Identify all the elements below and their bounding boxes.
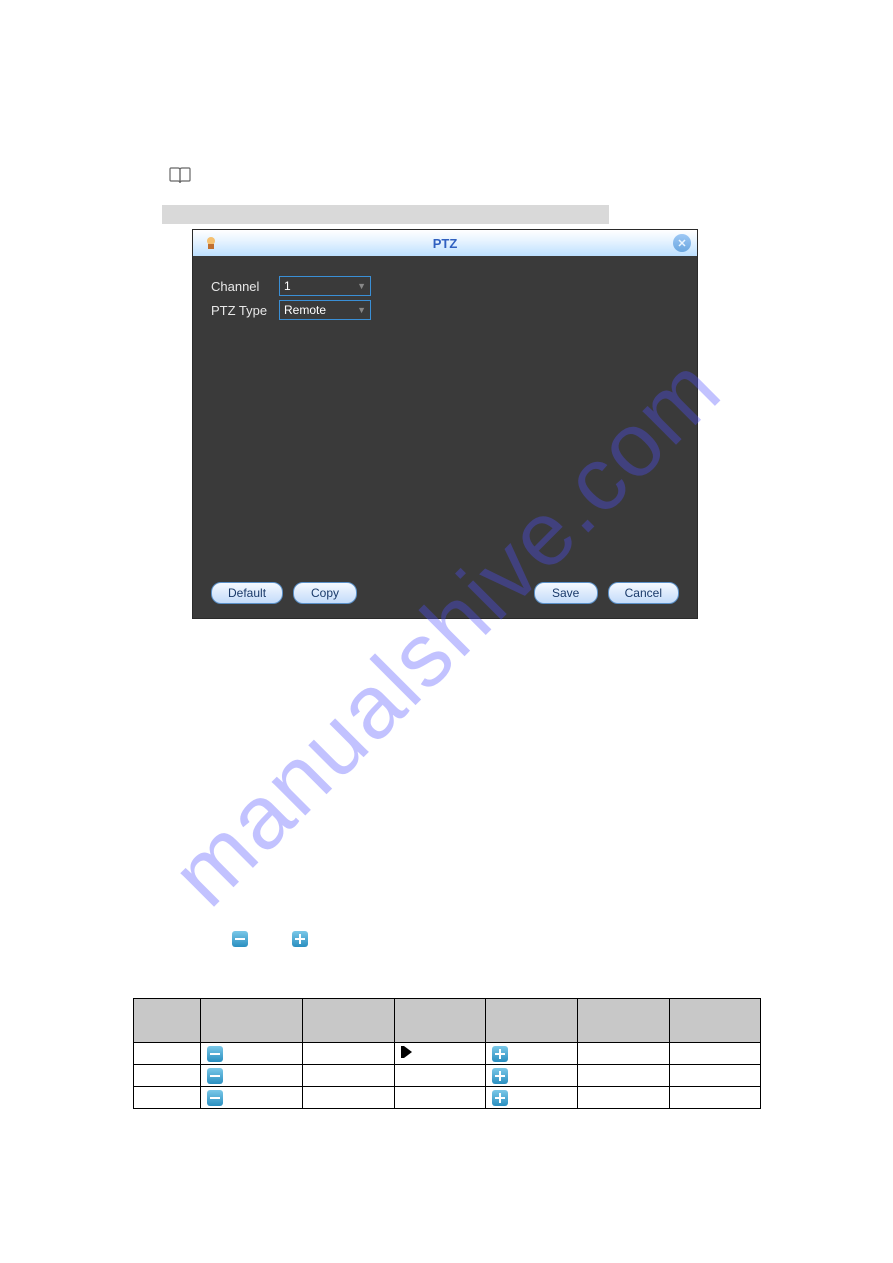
table-cell <box>200 1043 302 1065</box>
play-icon <box>401 1045 415 1059</box>
table-cell <box>486 1087 578 1109</box>
ptztype-label: PTZ Type <box>211 303 279 318</box>
cancel-button[interactable]: Cancel <box>608 582 679 604</box>
chevron-down-icon: ▼ <box>357 281 366 291</box>
plus-icon <box>492 1046 508 1062</box>
table-header <box>134 999 201 1043</box>
table-cell <box>486 1043 578 1065</box>
dialog-app-icon <box>201 233 221 253</box>
minus-icon <box>207 1068 223 1084</box>
table-cell <box>134 1043 201 1065</box>
ptz-dialog: PTZ Channel 1 ▼ PTZ Type Remote ▼ Defaul… <box>192 229 698 619</box>
table-cell <box>394 1087 486 1109</box>
table-header <box>394 999 486 1043</box>
dialog-button-row: Default Copy Save Cancel <box>193 582 697 604</box>
table-cell <box>394 1065 486 1087</box>
table-cell <box>302 1065 394 1087</box>
table-cell <box>670 1043 761 1065</box>
ptztype-select[interactable]: Remote ▼ <box>279 300 371 320</box>
channel-value: 1 <box>284 279 291 293</box>
table-cell <box>670 1087 761 1109</box>
table-header <box>302 999 394 1043</box>
icon-reference-table <box>133 998 761 1109</box>
table-cell <box>200 1087 302 1109</box>
table-header-row <box>134 999 761 1043</box>
table-header <box>486 999 578 1043</box>
table-cell <box>134 1065 201 1087</box>
table-row <box>134 1087 761 1109</box>
default-button[interactable]: Default <box>211 582 283 604</box>
table-row <box>134 1043 761 1065</box>
table-cell <box>302 1087 394 1109</box>
table-cell <box>394 1043 486 1065</box>
copy-button[interactable]: Copy <box>293 582 357 604</box>
book-icon <box>168 166 192 191</box>
gray-bar <box>162 205 609 224</box>
table-cell <box>486 1065 578 1087</box>
table-cell <box>578 1065 670 1087</box>
close-icon[interactable] <box>673 234 691 252</box>
chevron-down-icon: ▼ <box>357 305 366 315</box>
plus-icon <box>492 1090 508 1106</box>
dialog-titlebar: PTZ <box>193 230 697 256</box>
inline-icon-row <box>232 931 308 947</box>
table-cell <box>302 1043 394 1065</box>
plus-icon <box>492 1068 508 1084</box>
dialog-title: PTZ <box>433 236 458 251</box>
table-cell <box>578 1043 670 1065</box>
table-cell <box>578 1087 670 1109</box>
table-row <box>134 1065 761 1087</box>
channel-label: Channel <box>211 279 279 294</box>
table-header <box>200 999 302 1043</box>
table-cell <box>200 1065 302 1087</box>
table-cell <box>134 1087 201 1109</box>
table-header <box>670 999 761 1043</box>
ptztype-value: Remote <box>284 303 326 317</box>
minus-icon <box>207 1090 223 1106</box>
save-button[interactable]: Save <box>534 582 598 604</box>
channel-select[interactable]: 1 ▼ <box>279 276 371 296</box>
table-cell <box>670 1065 761 1087</box>
plus-icon <box>292 931 308 947</box>
dialog-body: Channel 1 ▼ PTZ Type Remote ▼ <box>193 256 697 344</box>
minus-icon <box>207 1046 223 1062</box>
minus-icon <box>232 931 248 947</box>
table-header <box>578 999 670 1043</box>
